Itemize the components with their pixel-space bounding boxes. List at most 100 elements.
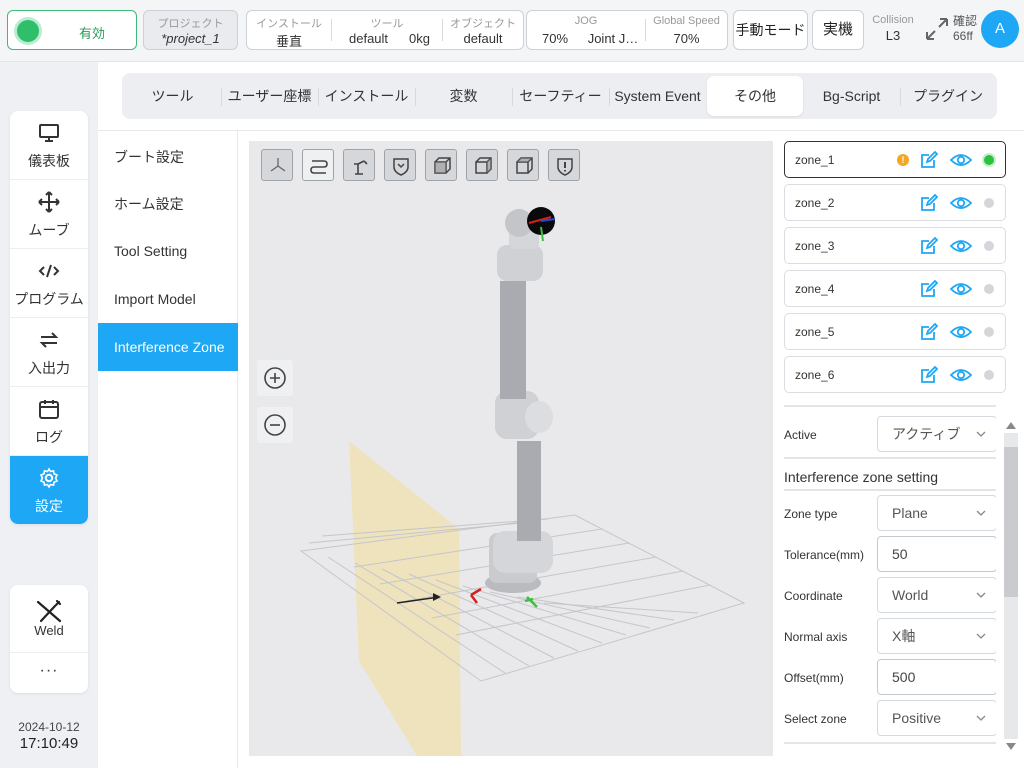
eye-icon[interactable] bbox=[949, 280, 973, 298]
settings-panel: ツール ユーザー座標 インストール 変数 セーフティー System Event… bbox=[98, 62, 1024, 768]
settings-tabs: ツール ユーザー座標 インストール 変数 セーフティー System Event… bbox=[122, 73, 997, 119]
nav-item-io[interactable]: 入出力 bbox=[10, 318, 88, 387]
tab-user-coordinates[interactable]: ユーザー座標 bbox=[222, 76, 317, 116]
tab-tool[interactable]: ツール bbox=[125, 76, 220, 116]
edit-icon[interactable] bbox=[919, 150, 939, 170]
nav-item-log[interactable]: ログ bbox=[10, 387, 88, 456]
scroll-down-icon[interactable] bbox=[1004, 741, 1018, 753]
weld-nav: Weld ··· bbox=[10, 585, 88, 693]
zone-status-dot bbox=[984, 370, 994, 380]
tab-variables[interactable]: 変数 bbox=[416, 76, 511, 116]
tab-safety[interactable]: セーフティー bbox=[513, 76, 608, 116]
eye-icon[interactable] bbox=[949, 366, 973, 384]
robot-model-icon[interactable] bbox=[343, 149, 375, 181]
user-avatar[interactable]: A bbox=[981, 10, 1019, 48]
edit-icon[interactable] bbox=[919, 322, 939, 342]
real-robot-button[interactable]: 実機 bbox=[812, 10, 864, 50]
manual-mode-button[interactable]: 手動モード bbox=[733, 10, 808, 50]
jog-segment[interactable]: JOG 70% Joint J… bbox=[527, 11, 645, 49]
submenu-tool-setting[interactable]: Tool Setting bbox=[98, 227, 238, 275]
select-zone-label: Select zone bbox=[784, 712, 847, 726]
eye-icon[interactable] bbox=[949, 237, 973, 255]
confirm-indicator[interactable]: 確認 66ff bbox=[953, 14, 977, 44]
coordinate-select[interactable]: World bbox=[877, 577, 996, 613]
normal-axis-select[interactable]: X軸 bbox=[877, 618, 996, 654]
nav-item-dashboard[interactable]: 儀表板 bbox=[10, 111, 88, 180]
global-speed-segment[interactable]: Global Speed 70% bbox=[646, 11, 727, 49]
coordinate-label: Coordinate bbox=[784, 589, 843, 603]
tab-other[interactable]: その他 bbox=[707, 76, 803, 116]
zone-row[interactable]: zone_1 ! bbox=[784, 141, 1006, 178]
warning-icon: ! bbox=[897, 154, 909, 166]
edit-icon[interactable] bbox=[919, 279, 939, 299]
submenu-home-settings[interactable]: ホーム設定 bbox=[98, 180, 238, 228]
install-segment[interactable]: インストール 垂直 bbox=[247, 11, 331, 49]
zone-type-select[interactable]: Plane bbox=[877, 495, 996, 531]
project-selector[interactable]: プロジェクト *project_1 bbox=[143, 10, 238, 50]
edit-icon[interactable] bbox=[919, 365, 939, 385]
tool-segment[interactable]: ツール default 0kg bbox=[332, 11, 442, 49]
install-tool-object-panel[interactable]: インストール 垂直 ツール default 0kg オブジェクト default bbox=[246, 10, 524, 50]
zone-row[interactable]: zone_5 bbox=[784, 313, 1006, 350]
eye-icon[interactable] bbox=[949, 323, 973, 341]
scroll-thumb[interactable] bbox=[1004, 447, 1018, 597]
confirm-label: 確認 bbox=[953, 14, 978, 28]
offset-input[interactable]: 500 bbox=[877, 659, 996, 695]
zone-row[interactable]: zone_4 bbox=[784, 270, 1006, 307]
side-view-icon[interactable] bbox=[466, 149, 498, 181]
enable-toggle[interactable]: 有効 bbox=[7, 10, 137, 50]
front-view-icon[interactable] bbox=[425, 149, 457, 181]
nav-item-program[interactable]: プログラム bbox=[10, 249, 88, 318]
edit-icon[interactable] bbox=[919, 236, 939, 256]
weld-torch-icon bbox=[36, 599, 62, 623]
eye-icon[interactable] bbox=[949, 151, 973, 169]
object-segment[interactable]: オブジェクト default bbox=[443, 11, 523, 49]
coordinate-value: World bbox=[892, 587, 929, 603]
shield-warning-icon[interactable] bbox=[548, 149, 580, 181]
top-view-icon[interactable] bbox=[507, 149, 539, 181]
form-scrollbar[interactable] bbox=[1001, 417, 1019, 755]
path-icon[interactable] bbox=[302, 149, 334, 181]
submenu-interference-zone[interactable]: Interference Zone bbox=[98, 323, 238, 371]
zone-row[interactable]: zone_6 bbox=[784, 356, 1006, 393]
zone-status-dot bbox=[984, 284, 994, 294]
robot-3d-viewport[interactable] bbox=[249, 141, 773, 756]
more-button[interactable]: ··· bbox=[10, 653, 88, 693]
tab-system-event[interactable]: System Event bbox=[610, 76, 705, 116]
expand-icon[interactable] bbox=[924, 16, 950, 42]
tolerance-input[interactable]: 50 bbox=[877, 536, 996, 572]
axis-view-icon[interactable] bbox=[261, 149, 293, 181]
normal-axis-label: Normal axis bbox=[784, 630, 848, 644]
shield-zone-icon[interactable] bbox=[384, 149, 416, 181]
nav-item-move[interactable]: ムーブ bbox=[10, 180, 88, 249]
zone-row[interactable]: zone_3 bbox=[784, 227, 1006, 264]
scroll-up-icon[interactable] bbox=[1004, 419, 1018, 431]
submenu-import-model[interactable]: Import Model bbox=[98, 275, 238, 323]
zone-row[interactable]: zone_2 bbox=[784, 184, 1006, 221]
submenu-boot-settings[interactable]: ブート設定 bbox=[98, 133, 238, 181]
jog-label: JOG bbox=[574, 15, 598, 27]
zoom-out-icon[interactable] bbox=[257, 407, 293, 443]
tab-install[interactable]: インストール bbox=[319, 76, 414, 116]
divider bbox=[784, 405, 996, 407]
zoom-in-icon[interactable] bbox=[257, 360, 293, 396]
weld-label: Weld bbox=[34, 623, 64, 638]
zone-type-row: Zone type Plane bbox=[784, 495, 996, 531]
tab-plugin[interactable]: プラグイン bbox=[901, 76, 995, 116]
object-value: default bbox=[463, 31, 503, 46]
select-zone-select[interactable]: Positive bbox=[877, 700, 996, 736]
speed-panel[interactable]: JOG 70% Joint J… Global Speed 70% bbox=[526, 10, 728, 50]
nav-label: 設定 bbox=[35, 498, 63, 514]
edit-icon[interactable] bbox=[919, 193, 939, 213]
collision-level[interactable]: Collision L3 bbox=[868, 14, 918, 43]
gear-icon bbox=[39, 467, 59, 489]
eye-icon[interactable] bbox=[949, 194, 973, 212]
nav-item-settings[interactable]: 設定 bbox=[10, 456, 88, 524]
active-value: アクティブ bbox=[892, 426, 961, 442]
chevron-down-icon bbox=[976, 431, 986, 437]
robot-scene bbox=[299, 207, 746, 756]
active-select[interactable]: アクティブ bbox=[877, 416, 996, 452]
tab-bg-script[interactable]: Bg-Script bbox=[804, 76, 899, 116]
nav-item-weld[interactable]: Weld bbox=[10, 585, 88, 653]
enable-label: 有効 bbox=[78, 26, 105, 41]
